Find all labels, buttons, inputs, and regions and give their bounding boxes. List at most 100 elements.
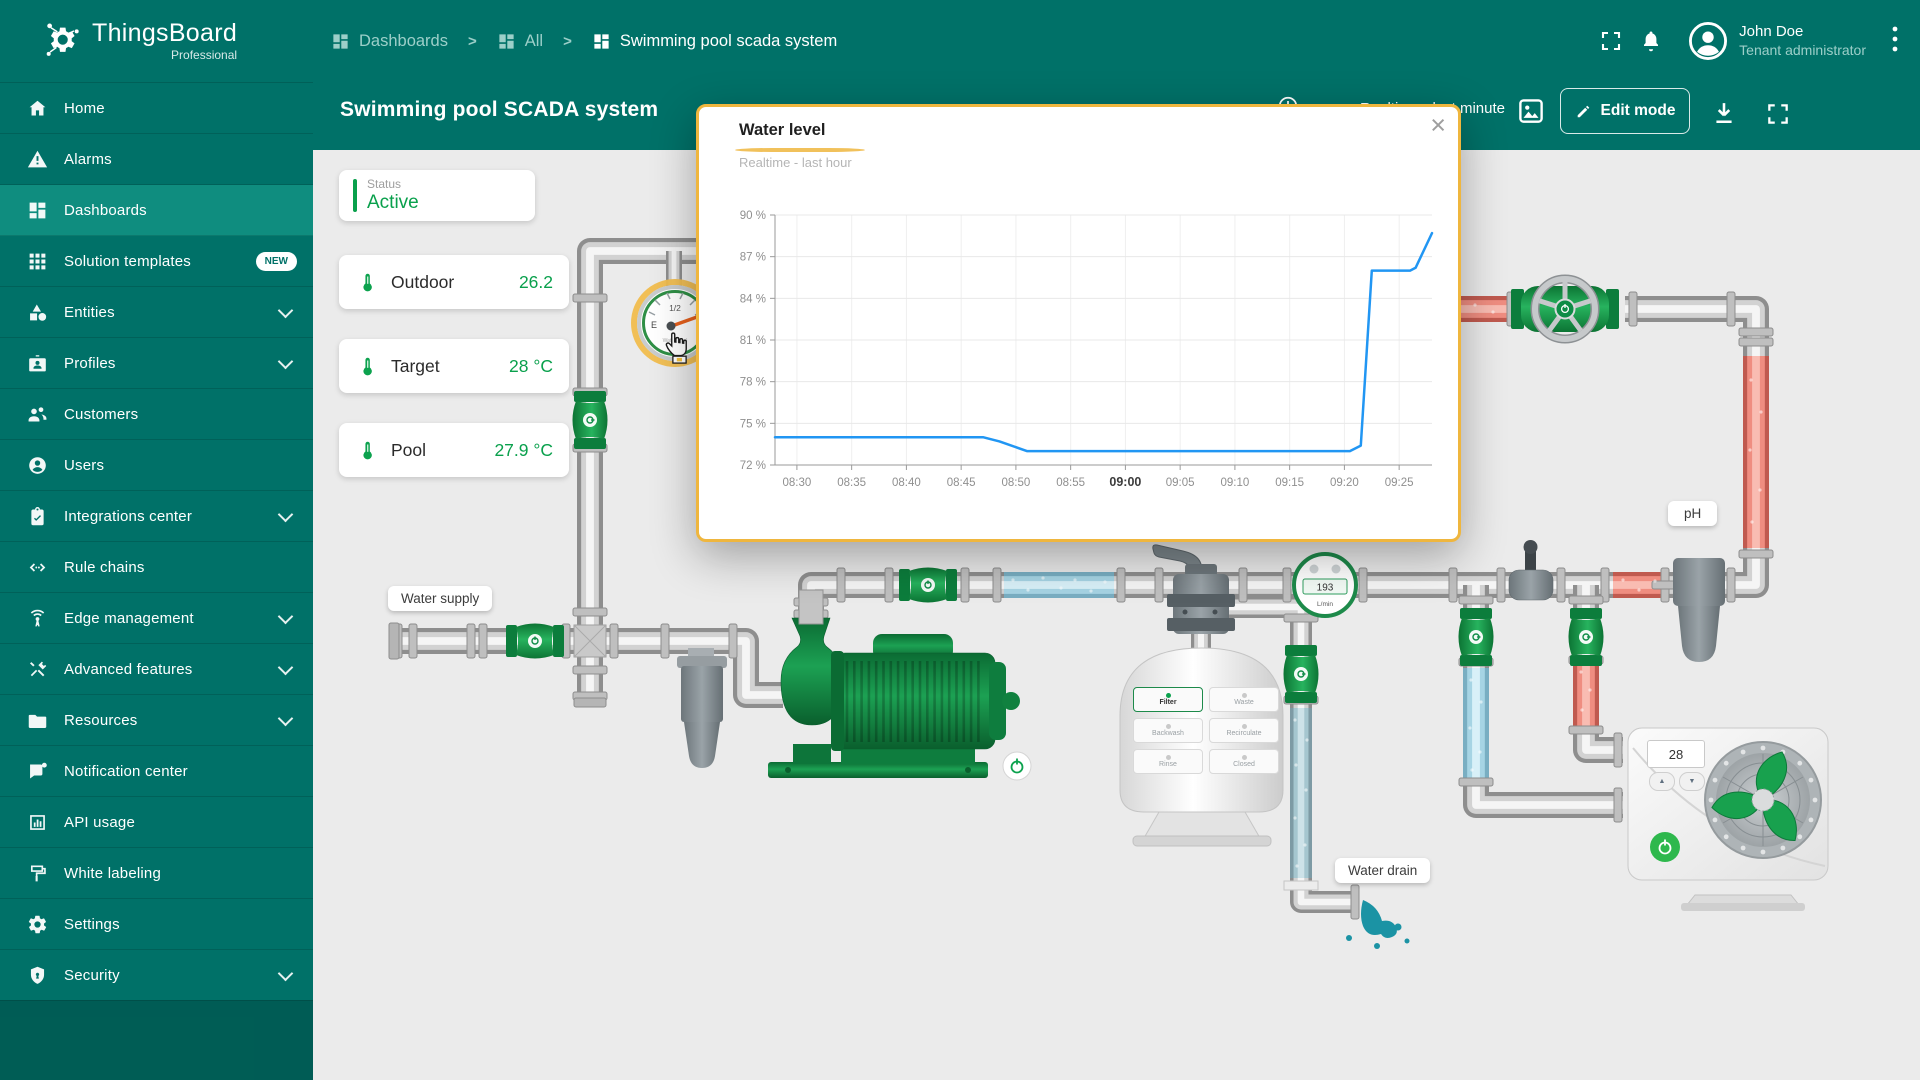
dashboard-grid-icon xyxy=(331,32,359,51)
pipe-flange xyxy=(1568,725,1604,735)
ph-sensor-trap xyxy=(1673,558,1725,662)
filter-mode-rinse-button[interactable]: Rinse xyxy=(1133,749,1203,774)
liquid-bubble xyxy=(1473,303,1477,307)
download-button[interactable] xyxy=(1710,99,1738,127)
breadcrumb-item-dashboards[interactable]: Dashboards xyxy=(331,32,448,51)
sidebar-item-edge-management[interactable]: Edge management xyxy=(0,593,313,644)
edit-mode-button[interactable]: Edit mode xyxy=(1560,88,1690,134)
liquid-bubble xyxy=(1579,670,1583,674)
pencil-icon xyxy=(1577,105,1589,117)
heater-power-button[interactable] xyxy=(1650,832,1680,862)
liquid-bubble xyxy=(1026,588,1030,592)
chevron-down-icon xyxy=(277,353,294,369)
dashboard-fullscreen-button[interactable] xyxy=(1765,101,1791,127)
edit-mode-label: Edit mode xyxy=(1600,102,1676,119)
vertical-dots-icon xyxy=(1892,26,1898,51)
notifications-button[interactable] xyxy=(1631,21,1671,61)
pipe-flange xyxy=(1613,732,1623,768)
sidebar-item-users[interactable]: Users xyxy=(0,440,313,491)
sidebar-item-resources[interactable]: Resources xyxy=(0,695,313,746)
sidebar-item-integrations-center[interactable]: Integrations center xyxy=(0,491,313,542)
sidebar-item-rule-chains[interactable]: Rule chains xyxy=(0,542,313,593)
sidebar-item-notification-center[interactable]: Notification center xyxy=(0,746,313,797)
status-label: Status xyxy=(367,177,402,192)
riser-valve[interactable] xyxy=(572,391,608,449)
return-valve[interactable] xyxy=(899,567,957,603)
supply-valve[interactable] xyxy=(506,623,564,659)
liquid-bubble xyxy=(1653,579,1657,583)
app-name: ThingsBoard xyxy=(92,19,238,47)
user-role: Tenant administrator xyxy=(1739,41,1866,58)
filter-mode-closed-button[interactable]: Closed xyxy=(1209,749,1279,774)
sediment-trap xyxy=(677,648,727,768)
alarms-icon xyxy=(26,148,48,170)
pipe-flange xyxy=(572,607,608,617)
close-icon[interactable]: × xyxy=(1430,109,1446,141)
target-label: Target xyxy=(391,355,440,376)
customers-icon xyxy=(26,403,48,425)
dashboard-grid-icon xyxy=(592,32,620,51)
page-title: Swimming pool SCADA system xyxy=(340,98,659,121)
sidebar-item-customers[interactable]: Customers xyxy=(0,389,313,440)
sidebar-item-alarms[interactable]: Alarms xyxy=(0,134,313,185)
chevron-down-icon xyxy=(277,302,294,318)
heater-down-button[interactable]: ▼ xyxy=(1679,772,1705,791)
filter-mode-recirculate-button[interactable]: Recirculate xyxy=(1209,718,1279,743)
liquid-bubble xyxy=(1749,378,1753,382)
pipe-flange xyxy=(408,623,418,659)
handwheel-valve[interactable] xyxy=(1511,274,1619,344)
filter-mode-backwash-button[interactable]: Backwash xyxy=(1133,718,1203,743)
fullscreen-button[interactable] xyxy=(1591,21,1631,61)
svg-text:08:55: 08:55 xyxy=(1056,477,1085,489)
pipe-flange xyxy=(884,567,894,603)
thingsboard-logo[interactable]: ThingsBoard Professional xyxy=(0,0,313,83)
three-way-valve[interactable] xyxy=(1508,540,1554,601)
liquid-bubble xyxy=(1478,750,1482,754)
fullscreen-icon xyxy=(1602,31,1621,51)
breadcrumb-item-swimming-pool-scada-system[interactable]: Swimming pool scada system xyxy=(592,32,837,51)
profiles-icon xyxy=(26,352,48,374)
liquid-bubble xyxy=(1295,864,1299,868)
sidebar-item-security[interactable]: Security xyxy=(0,950,313,1001)
pipe-flange xyxy=(478,623,488,659)
flow-meter[interactable]: 193 L/min xyxy=(1292,552,1358,618)
liquid-bubble xyxy=(1588,688,1592,692)
advanced-features-icon xyxy=(26,658,48,680)
sidebar-item-solution-templates[interactable]: Solution templates NEW xyxy=(0,236,313,287)
heater-up-button[interactable]: ▲ xyxy=(1649,772,1675,791)
sidebar-item-profiles[interactable]: Profiles xyxy=(0,338,313,389)
modal-title-underline xyxy=(735,148,865,152)
sidebar-item-settings[interactable]: Settings xyxy=(0,899,313,950)
pipe-flange xyxy=(1556,567,1566,603)
heater-cold-valve[interactable] xyxy=(1458,608,1494,666)
filter-mode-waste-button[interactable]: Waste xyxy=(1209,687,1279,712)
sidebar-item-home[interactable]: Home xyxy=(0,83,313,134)
pipe-flange xyxy=(660,623,670,659)
sidebar-item-dashboards[interactable]: Dashboards xyxy=(0,185,313,236)
drain-valve[interactable] xyxy=(1283,645,1319,703)
more-menu-button[interactable] xyxy=(1888,22,1902,61)
sidebar-item-white-labeling[interactable]: White labeling xyxy=(0,848,313,899)
dashboard-image-button[interactable] xyxy=(1516,96,1546,126)
pipe-end-cap xyxy=(388,622,400,660)
sidebar-item-entities[interactable]: Entities xyxy=(0,287,313,338)
water-supply-label: Water supply xyxy=(388,586,493,611)
thingsboard-app: ThingsBoard Professional Home Alarms Dashb… xyxy=(0,0,1920,1080)
pipe-flange xyxy=(836,567,846,603)
pump-power-button[interactable] xyxy=(1002,751,1032,781)
filter-mode-filter-button[interactable]: Filter xyxy=(1133,687,1203,712)
security-icon xyxy=(26,964,48,986)
gauge-half-label: 1/2 xyxy=(669,303,681,313)
sidebar-item-advanced-features[interactable]: Advanced features xyxy=(0,644,313,695)
pipe-flange xyxy=(1350,884,1360,920)
svg-text:08:30: 08:30 xyxy=(783,477,812,489)
breadcrumb-item-all[interactable]: All xyxy=(497,32,543,51)
heater-hot-valve[interactable] xyxy=(1568,608,1604,666)
drain-collar xyxy=(1283,880,1319,891)
svg-text:87 %: 87 % xyxy=(740,252,766,264)
sidebar-item-api-usage[interactable]: API usage xyxy=(0,797,313,848)
home-icon xyxy=(26,97,48,119)
user-menu[interactable]: John Doe Tenant administrator xyxy=(1739,23,1866,59)
liquid-bubble xyxy=(1103,580,1107,584)
avatar[interactable] xyxy=(1689,22,1728,60)
